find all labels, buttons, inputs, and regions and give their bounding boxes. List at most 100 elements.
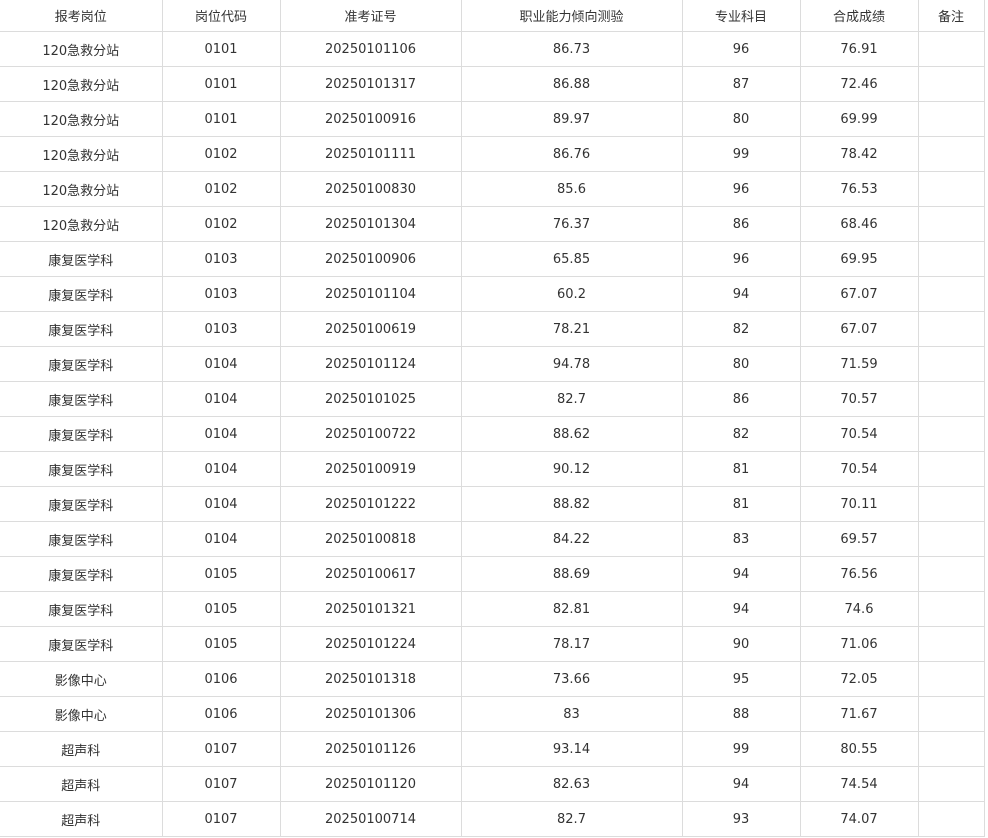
cell-aptitude-score: 84.22 [460,521,683,557]
cell-composite-score: 70.54 [799,416,919,452]
cell-remarks [917,486,985,522]
cell-composite-score: 72.05 [799,661,919,697]
cell-exam-number: 20250101124 [279,346,462,382]
cell-aptitude-score: 88.69 [460,556,683,592]
cell-aptitude-score: 73.66 [460,661,683,697]
cell-position-code: 0104 [161,381,281,417]
cell-aptitude-score: 82.7 [460,801,683,837]
cell-position: 康复医学科 [0,486,163,522]
cell-remarks [917,591,985,627]
cell-aptitude-score: 82.81 [460,591,683,627]
cell-position: 康复医学科 [0,416,163,452]
header-aptitude-test: 职业能力倾向测验 [460,0,683,32]
cell-aptitude-score: 88.62 [460,416,683,452]
cell-professional-score: 96 [681,241,801,277]
cell-position: 超声科 [0,766,163,802]
cell-position-code: 0104 [161,451,281,487]
cell-position-code: 0102 [161,136,281,172]
cell-professional-score: 82 [681,416,801,452]
cell-exam-number: 20250100722 [279,416,462,452]
cell-composite-score: 67.07 [799,276,919,312]
table-row: 120急救分站 0101 20250101317 86.88 87 72.46 [0,66,985,102]
cell-remarks [917,556,985,592]
cell-position-code: 0106 [161,696,281,732]
cell-composite-score: 74.54 [799,766,919,802]
cell-professional-score: 80 [681,346,801,382]
cell-remarks [917,346,985,382]
cell-aptitude-score: 89.97 [460,101,683,137]
header-row: 报考岗位 岗位代码 准考证号 职业能力倾向测验 专业科目 合成成绩 备注 [0,0,985,32]
cell-remarks [917,276,985,312]
cell-exam-number: 20250101317 [279,66,462,102]
cell-position: 康复医学科 [0,381,163,417]
cell-position: 120急救分站 [0,31,163,67]
cell-aptitude-score: 86.73 [460,31,683,67]
cell-position: 120急救分站 [0,101,163,137]
cell-professional-score: 90 [681,626,801,662]
cell-professional-score: 93 [681,801,801,837]
cell-remarks [917,521,985,557]
table-row: 康复医学科 0104 20250100722 88.62 82 70.54 [0,416,985,452]
cell-professional-score: 87 [681,66,801,102]
cell-remarks [917,381,985,417]
cell-position-code: 0103 [161,241,281,277]
table-row: 康复医学科 0104 20250100919 90.12 81 70.54 [0,451,985,487]
table-row: 120急救分站 0102 20250100830 85.6 96 76.53 [0,171,985,207]
cell-professional-score: 86 [681,206,801,242]
cell-remarks [917,451,985,487]
cell-aptitude-score: 90.12 [460,451,683,487]
cell-aptitude-score: 85.6 [460,171,683,207]
header-position: 报考岗位 [0,0,163,32]
table-row: 康复医学科 0105 20250101321 82.81 94 74.6 [0,591,985,627]
cell-composite-score: 76.56 [799,556,919,592]
cell-exam-number: 20250101318 [279,661,462,697]
cell-professional-score: 95 [681,661,801,697]
table-row: 康复医学科 0104 20250100818 84.22 83 69.57 [0,521,985,557]
table-row: 120急救分站 0101 20250100916 89.97 80 69.99 [0,101,985,137]
cell-position-code: 0103 [161,311,281,347]
cell-professional-score: 94 [681,556,801,592]
cell-position-code: 0107 [161,801,281,837]
cell-remarks [917,801,985,837]
cell-position-code: 0104 [161,416,281,452]
cell-position: 康复医学科 [0,346,163,382]
cell-position-code: 0102 [161,171,281,207]
cell-remarks [917,241,985,277]
header-professional-subject: 专业科目 [681,0,801,32]
cell-composite-score: 70.11 [799,486,919,522]
cell-position-code: 0101 [161,101,281,137]
cell-remarks [917,626,985,662]
cell-position: 康复医学科 [0,311,163,347]
table-row: 康复医学科 0105 20250101224 78.17 90 71.06 [0,626,985,662]
cell-aptitude-score: 60.2 [460,276,683,312]
cell-professional-score: 94 [681,766,801,802]
cell-aptitude-score: 82.7 [460,381,683,417]
table-row: 120急救分站 0102 20250101111 86.76 99 78.42 [0,136,985,172]
cell-position: 康复医学科 [0,556,163,592]
cell-composite-score: 69.99 [799,101,919,137]
header-exam-number: 准考证号 [279,0,462,32]
cell-position-code: 0105 [161,591,281,627]
cell-position: 120急救分站 [0,206,163,242]
table-body: 120急救分站 0101 20250101106 86.73 96 76.91 120急救分… [0,31,985,837]
cell-exam-number: 20250101304 [279,206,462,242]
cell-professional-score: 86 [681,381,801,417]
cell-exam-number: 20250100617 [279,556,462,592]
cell-remarks [917,731,985,767]
table-row: 120急救分站 0102 20250101304 76.37 86 68.46 [0,206,985,242]
cell-exam-number: 20250101222 [279,486,462,522]
cell-position: 120急救分站 [0,66,163,102]
cell-aptitude-score: 78.17 [460,626,683,662]
cell-composite-score: 69.57 [799,521,919,557]
cell-composite-score: 71.06 [799,626,919,662]
cell-position-code: 0107 [161,766,281,802]
table-row: 康复医学科 0105 20250100617 88.69 94 76.56 [0,556,985,592]
cell-position-code: 0103 [161,276,281,312]
cell-remarks [917,66,985,102]
cell-position: 康复医学科 [0,591,163,627]
cell-remarks [917,171,985,207]
cell-professional-score: 82 [681,311,801,347]
cell-position: 120急救分站 [0,171,163,207]
cell-professional-score: 96 [681,31,801,67]
cell-position-code: 0105 [161,626,281,662]
